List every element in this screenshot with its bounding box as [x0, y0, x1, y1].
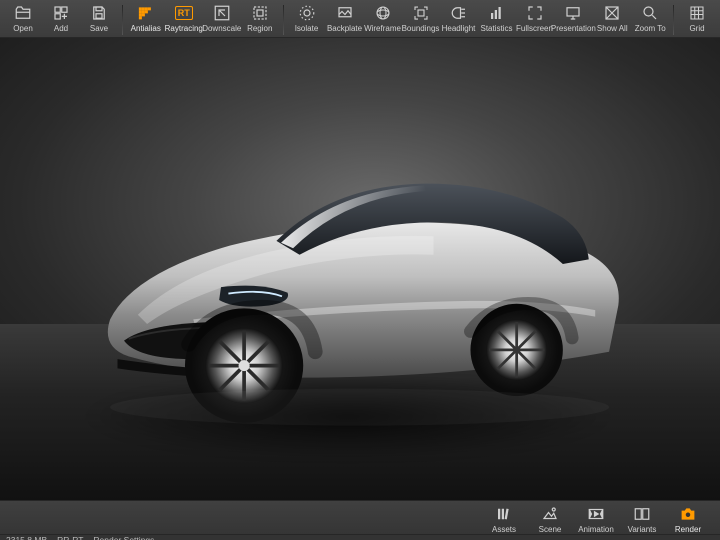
toolbar-divider [122, 5, 123, 35]
tab-scene[interactable]: Scene [528, 503, 572, 534]
isolate-button[interactable]: Isolate [288, 2, 326, 33]
raytracing-button[interactable]: RT Raytracing [165, 2, 203, 33]
downscale-icon [213, 4, 231, 22]
presentation-label: Presentation [551, 24, 596, 33]
presentation-icon [564, 4, 582, 22]
boundings-label: Boundings [402, 24, 440, 33]
downscale-button[interactable]: Downscale [203, 2, 241, 33]
bottom-tabs: Assets Scene Animation Variants Render [0, 501, 720, 534]
open-label: Open [13, 24, 33, 33]
bottom-bar: Assets Scene Animation Variants Render [0, 500, 720, 540]
headlight-label: Headlight [442, 24, 476, 33]
render-viewport[interactable] [0, 38, 720, 500]
status-bar: 2315.8 MB RR-RT Render Settings [0, 534, 720, 540]
zoom-to-button[interactable]: Zoom To [631, 2, 669, 33]
fullscreen-button[interactable]: Fullscreen [516, 2, 554, 33]
show-all-button[interactable]: Show All [593, 2, 631, 33]
folder-open-icon [14, 4, 32, 22]
presentation-button[interactable]: Presentation [554, 2, 594, 33]
raytracing-label: Raytracing [165, 24, 203, 33]
tab-render[interactable]: Render [666, 503, 710, 534]
wireframe-icon [374, 4, 392, 22]
open-button[interactable]: Open [4, 2, 42, 33]
camera-icon [679, 505, 697, 523]
zoom-to-label: Zoom To [635, 24, 666, 33]
save-label: Save [90, 24, 108, 33]
variants-icon [633, 505, 651, 523]
region-icon [251, 4, 269, 22]
add-button[interactable]: Add [42, 2, 80, 33]
floppy-icon [90, 4, 108, 22]
headlight-icon [450, 4, 468, 22]
save-button[interactable]: Save [80, 2, 118, 33]
add-label: Add [54, 24, 68, 33]
region-button[interactable]: Region [241, 2, 279, 33]
car-model [50, 130, 669, 435]
tab-variants-label: Variants [628, 525, 657, 534]
boundings-button[interactable]: Boundings [402, 2, 440, 33]
top-toolbar: Open Add Save Antialias RT Raytracing Do… [0, 0, 720, 38]
plus-grid-icon [52, 4, 70, 22]
statistics-icon [488, 4, 506, 22]
show-all-icon [603, 4, 621, 22]
antialias-icon [137, 4, 155, 22]
grid-label: Grid [689, 24, 704, 33]
tab-assets[interactable]: Assets [482, 503, 526, 534]
headlight-button[interactable]: Headlight [440, 2, 478, 33]
rt-icon: RT [175, 4, 193, 22]
animation-icon [587, 505, 605, 523]
library-icon [495, 505, 513, 523]
status-panel: Render Settings [93, 535, 154, 540]
fullscreen-label: Fullscreen [516, 24, 553, 33]
downscale-label: Downscale [202, 24, 241, 33]
antialias-button[interactable]: Antialias [127, 2, 165, 33]
status-memory: 2315.8 MB [6, 535, 47, 540]
isolate-label: Isolate [295, 24, 319, 33]
tab-animation[interactable]: Animation [574, 503, 618, 534]
backplate-button[interactable]: Backplate [326, 2, 364, 33]
wireframe-button[interactable]: Wireframe [364, 2, 402, 33]
tab-scene-label: Scene [539, 525, 562, 534]
backplate-icon [336, 4, 354, 22]
toolbar-divider [283, 5, 284, 35]
region-label: Region [247, 24, 272, 33]
scene-icon [541, 505, 559, 523]
fullscreen-icon [526, 4, 544, 22]
backplate-label: Backplate [327, 24, 362, 33]
zoom-to-icon [641, 4, 659, 22]
tab-animation-label: Animation [578, 525, 614, 534]
tab-variants[interactable]: Variants [620, 503, 664, 534]
status-mode: RR-RT [57, 535, 83, 540]
tab-render-label: Render [675, 525, 701, 534]
grid-icon [688, 4, 706, 22]
statistics-label: Statistics [481, 24, 513, 33]
antialias-label: Antialias [131, 24, 161, 33]
isolate-icon [298, 4, 316, 22]
toolbar-divider [673, 5, 674, 35]
wireframe-label: Wireframe [364, 24, 401, 33]
grid-button[interactable]: Grid [678, 2, 716, 33]
show-all-label: Show All [597, 24, 628, 33]
statistics-button[interactable]: Statistics [478, 2, 516, 33]
boundings-icon [412, 4, 430, 22]
rt-badge: RT [175, 6, 193, 20]
tab-assets-label: Assets [492, 525, 516, 534]
